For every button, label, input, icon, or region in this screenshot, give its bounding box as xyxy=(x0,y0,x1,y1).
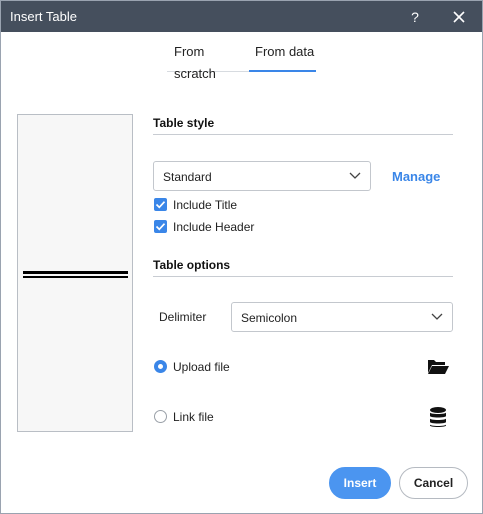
include-header-label: Include Header xyxy=(173,220,255,234)
tab-bar: From scratch From data xyxy=(167,41,317,81)
section-divider xyxy=(153,276,453,277)
database-button[interactable] xyxy=(427,406,451,428)
table-style-value: Standard xyxy=(163,170,212,184)
cancel-button[interactable]: Cancel xyxy=(399,467,468,499)
table-style-select[interactable]: Standard xyxy=(153,161,371,191)
preview-table-line xyxy=(23,271,128,274)
delimiter-value: Semicolon xyxy=(241,311,298,325)
include-title-label: Include Title xyxy=(173,198,238,212)
title-bar: Insert Table ? xyxy=(1,1,482,32)
include-title-checkbox[interactable] xyxy=(154,198,167,211)
tab-from-data[interactable]: From data xyxy=(249,41,316,72)
section-divider xyxy=(153,134,453,135)
link-file-radio[interactable] xyxy=(154,410,167,423)
table-style-heading: Table style xyxy=(153,116,215,130)
preview-table-line xyxy=(23,276,128,278)
delimiter-label: Delimiter xyxy=(159,310,207,324)
tab-from-scratch[interactable]: From scratch xyxy=(167,41,249,81)
help-button[interactable]: ? xyxy=(403,5,427,29)
chevron-down-icon xyxy=(431,313,443,320)
delimiter-select[interactable]: Semicolon xyxy=(231,302,453,332)
upload-file-label: Upload file xyxy=(173,360,230,374)
window-title: Insert Table xyxy=(10,9,77,24)
checkmark-icon xyxy=(155,223,166,231)
close-button[interactable] xyxy=(447,5,471,29)
upload-file-radio[interactable] xyxy=(154,360,167,373)
close-icon xyxy=(453,11,465,23)
browse-file-button[interactable] xyxy=(426,356,450,378)
chevron-down-icon xyxy=(349,172,361,179)
table-options-heading: Table options xyxy=(153,258,231,272)
table-preview xyxy=(17,114,133,432)
insert-button[interactable]: Insert xyxy=(329,467,391,499)
database-icon xyxy=(430,407,446,427)
insert-table-dialog: Insert Table ? From scratch From data Ta… xyxy=(0,0,483,514)
link-file-label: Link file xyxy=(173,410,214,424)
manage-link[interactable]: Manage xyxy=(392,169,440,184)
checkmark-icon xyxy=(155,201,166,209)
include-header-checkbox[interactable] xyxy=(154,220,167,233)
folder-open-icon xyxy=(428,360,449,374)
